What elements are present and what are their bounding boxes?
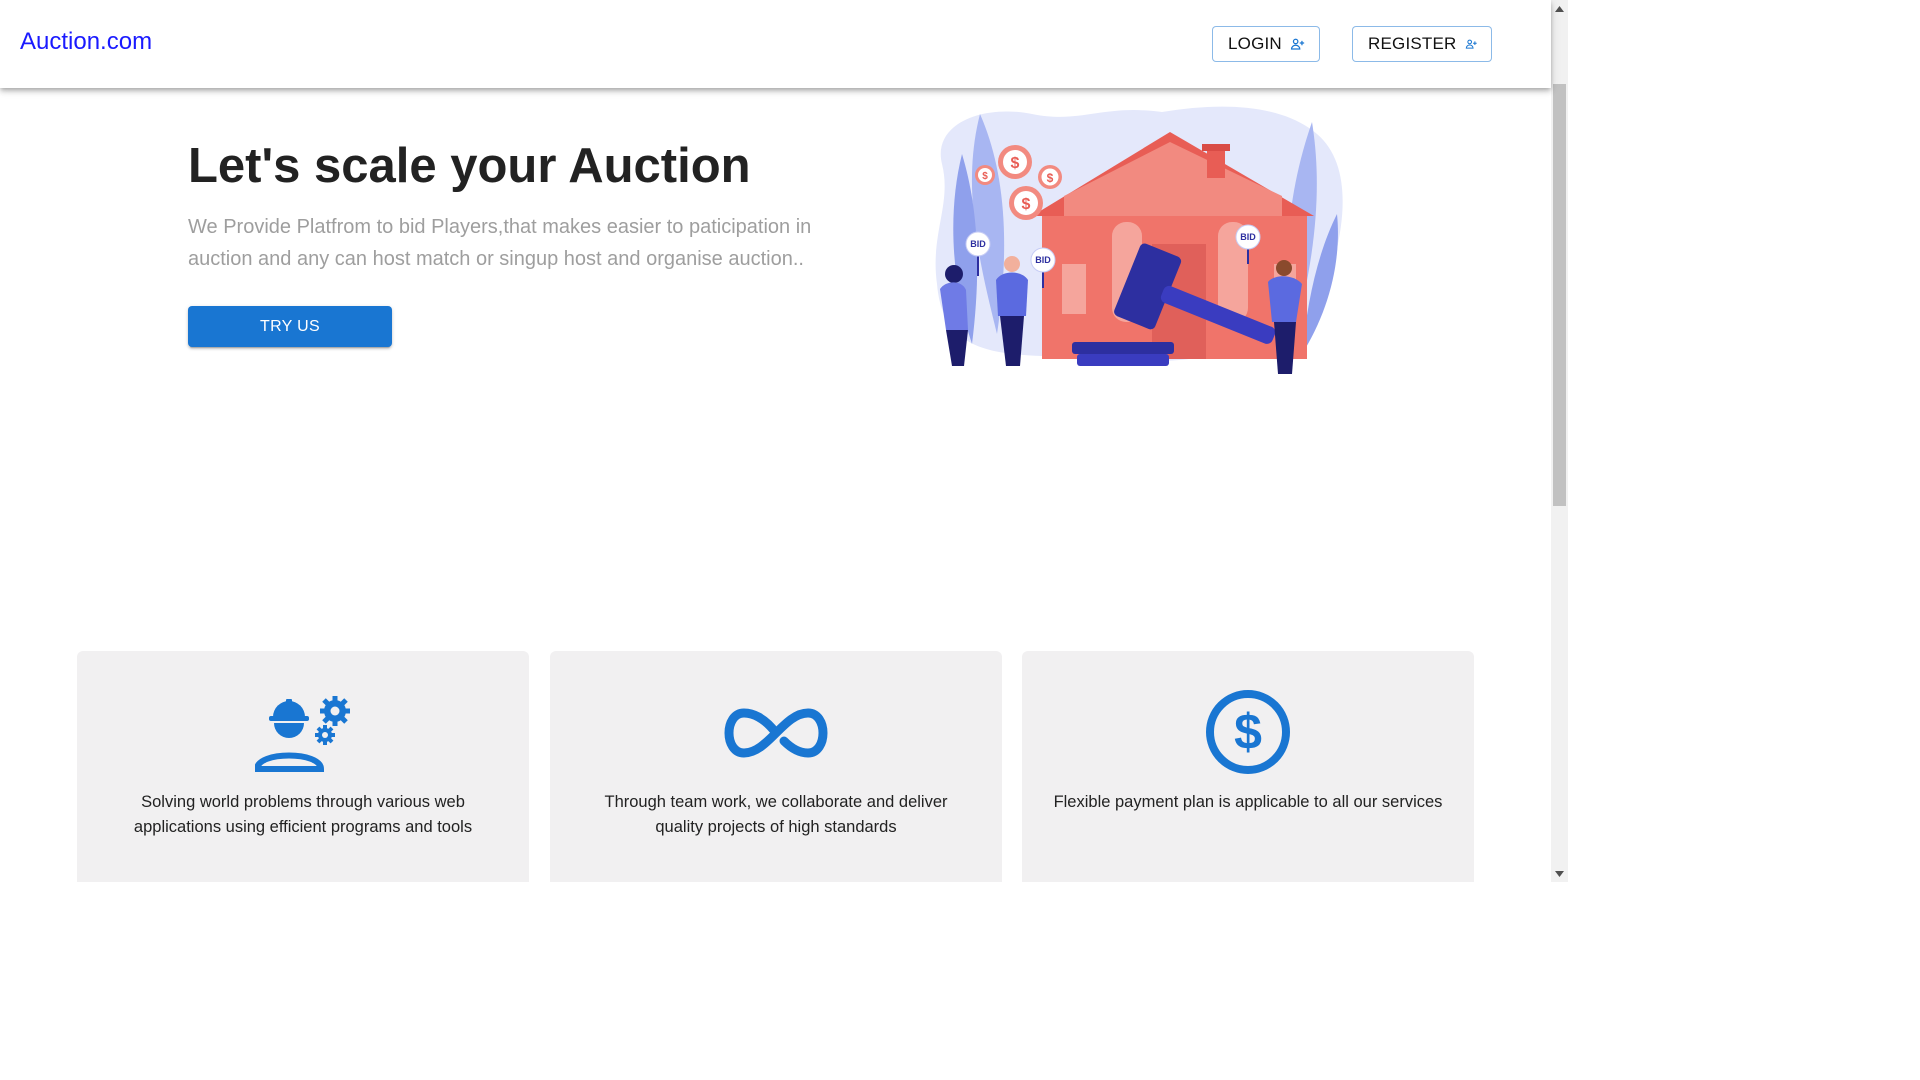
person-add-icon [1465, 39, 1477, 49]
vertical-scrollbar[interactable] [1551, 0, 1568, 882]
auction-house-illustration: $ $ $ $ BID BID BID [935, 106, 1343, 374]
infinity-icon [724, 708, 828, 758]
feature-text: Through team work, we collaborate and de… [604, 793, 948, 836]
engineer-gears-icon [255, 696, 350, 772]
svg-text:$: $ [1234, 704, 1262, 760]
page: Auction.com LOGIN REGISTER Let's scale y… [0, 0, 1568, 882]
scroll-down-arrow-icon[interactable] [1551, 865, 1568, 882]
try-us-button[interactable]: TRY US [188, 306, 392, 347]
feature-card: Through team work, we collaborate and de… [550, 651, 1002, 882]
person-add-icon [1290, 38, 1305, 50]
app-bar: Auction.com LOGIN REGISTER [0, 0, 1551, 88]
scrollbar-thumb[interactable] [1553, 84, 1566, 506]
register-label: REGISTER [1368, 34, 1457, 53]
svg-text:BID: BID [1035, 255, 1051, 265]
feature-card: Solving world problems through various w… [77, 651, 529, 882]
feature-text: Flexible payment plan is applicable to a… [1053, 793, 1443, 811]
feature-card: $ Flexible payment plan is applicable to… [1022, 651, 1474, 882]
svg-text:$: $ [1011, 155, 1020, 172]
svg-text:$: $ [982, 171, 988, 182]
login-button[interactable]: LOGIN [1212, 26, 1320, 62]
svg-text:$: $ [1022, 196, 1031, 213]
brand-link[interactable]: Auction.com [20, 28, 152, 56]
hero-description: We Provide Platfrom to bid Players,that … [188, 216, 812, 270]
feature-text: Solving world problems through various w… [133, 793, 473, 836]
dollar-circle-icon: $ [1206, 690, 1290, 774]
login-label: LOGIN [1228, 34, 1282, 53]
svg-text:BID: BID [970, 239, 986, 249]
scroll-up-arrow-icon[interactable] [1551, 0, 1568, 17]
svg-text:$: $ [1047, 171, 1054, 185]
svg-text:BID: BID [1240, 232, 1256, 242]
register-button[interactable]: REGISTER [1352, 26, 1492, 62]
hero-title: Let's scale your Auction [188, 139, 751, 193]
